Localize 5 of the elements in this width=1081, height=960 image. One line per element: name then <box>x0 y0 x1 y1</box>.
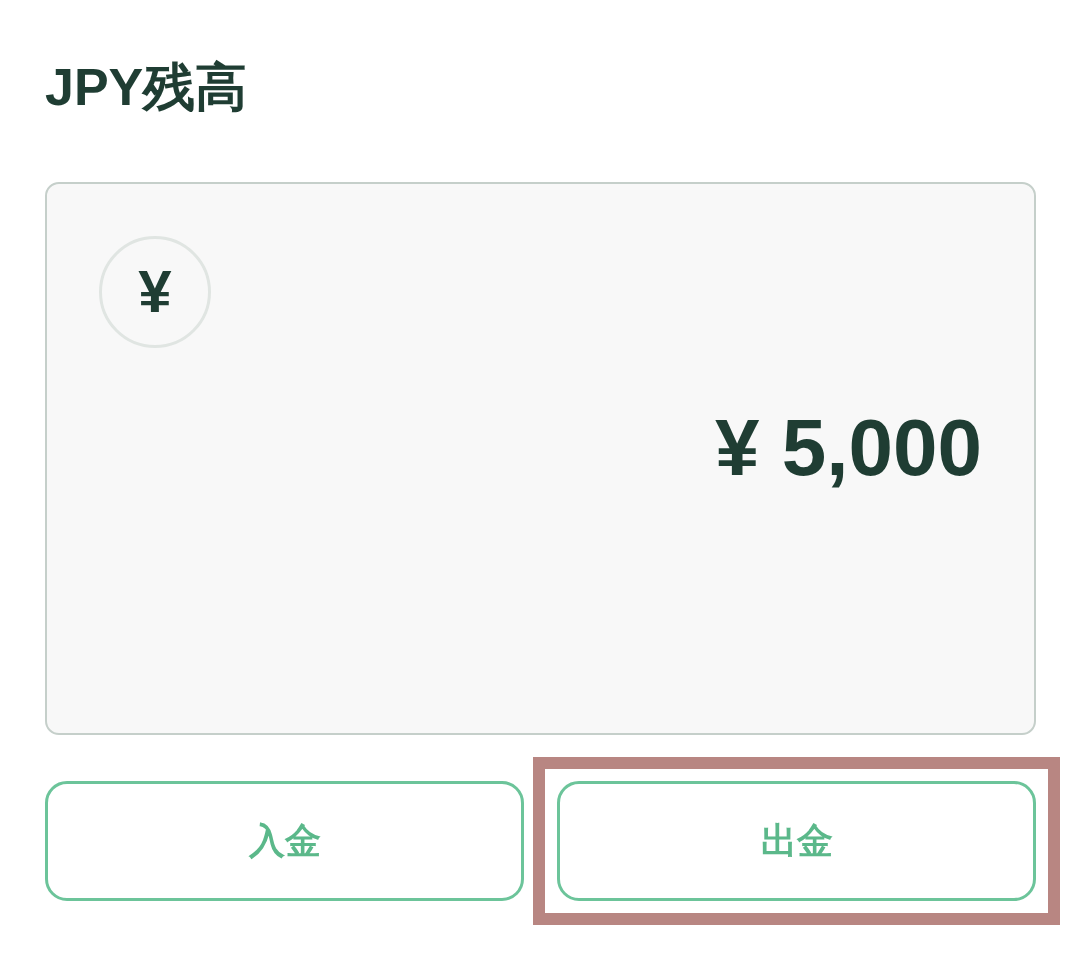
action-button[interactable]: 入金 <box>45 781 524 901</box>
yen-icon: ¥ <box>99 236 211 348</box>
action-button[interactable]: 出金 <box>557 781 1036 901</box>
balance-amount: ¥ 5,000 <box>715 408 982 488</box>
section-title: JPY残高 <box>45 57 248 118</box>
